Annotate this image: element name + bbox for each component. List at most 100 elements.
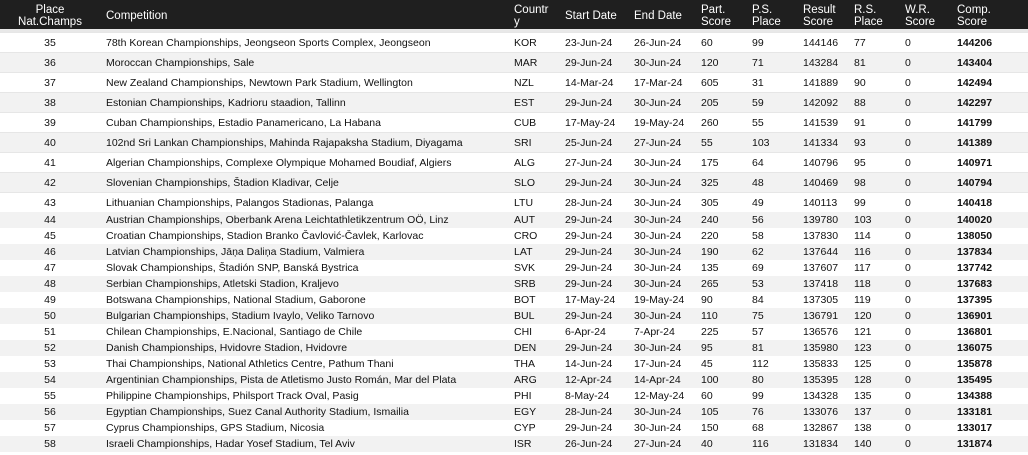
cell-part-score: 220 xyxy=(701,230,719,242)
table-row[interactable]: 37 New Zealand Championships, Newtown Par… xyxy=(0,72,1028,93)
cell-result-score: 140113 xyxy=(803,197,838,209)
table-row[interactable]: 52 Danish Championships, Hvidovre Stadion… xyxy=(0,340,1028,356)
header-part-score-label: Part. Score xyxy=(701,3,732,28)
header-end-date[interactable]: End Date xyxy=(634,0,700,31)
cell-end-date: 30-Jun-24 xyxy=(634,262,682,274)
table-row[interactable]: 56 Egyptian Championships, Suez Canal Aut… xyxy=(0,404,1028,420)
header-part-score[interactable]: Part. Score xyxy=(701,0,749,31)
cell-start-date: 26-Jun-24 xyxy=(565,438,613,450)
cell-country: SRI xyxy=(514,137,532,149)
table-row[interactable]: 44 Austrian Championships, Oberbank Arena… xyxy=(0,212,1028,228)
cell-competition: Lithuanian Championships, Palangos Stadi… xyxy=(106,197,374,209)
table-row[interactable]: 45 Croatian Championships, Stadion Branko… xyxy=(0,228,1028,244)
header-place[interactable]: Place Nat.Champs xyxy=(0,0,100,31)
cell-place: 37 xyxy=(44,77,56,89)
cell-place: 51 xyxy=(44,326,56,338)
cell-competition: Israeli Championships, Hadar Yosef Stadi… xyxy=(106,438,355,450)
cell-comp-score: 136075 xyxy=(957,342,993,354)
header-start-date-label: Start Date xyxy=(565,9,617,22)
cell-place: 38 xyxy=(44,97,56,109)
table-row[interactable]: 46 Latvian Championships, Jāņa Daliņa Sta… xyxy=(0,244,1028,260)
cell-start-date: 23-Jun-24 xyxy=(565,37,613,49)
cell-result-score: 139780 xyxy=(803,214,839,226)
cell-end-date: 30-Jun-24 xyxy=(634,157,682,169)
cell-competition: Bulgarian Championships, Stadium Ivaylo,… xyxy=(106,310,375,322)
table-row[interactable]: 35 78th Korean Championships, Jeongseon S… xyxy=(0,32,1028,53)
cell-wr-score: 0 xyxy=(905,214,911,226)
cell-competition: Argentinian Championships, Pista de Atle… xyxy=(106,374,457,386)
cell-result-score: 137644 xyxy=(803,246,839,258)
cell-rs-place: 95 xyxy=(854,157,866,169)
table-row[interactable]: 58 Israeli Championships, Hadar Yosef Sta… xyxy=(0,436,1028,452)
cell-competition: Serbian Championships, Atletski Stadion,… xyxy=(106,278,339,290)
cell-wr-score: 0 xyxy=(905,157,911,169)
cell-result-score: 141889 xyxy=(803,77,839,89)
table-row[interactable]: 53 Thai Championships, National Athletics… xyxy=(0,356,1028,372)
cell-wr-score: 0 xyxy=(905,422,911,434)
cell-start-date: 29-Jun-24 xyxy=(565,177,613,189)
cell-rs-place: 137 xyxy=(854,406,872,418)
table-row[interactable]: 47 Slovak Championships, Štadión SNP, Ban… xyxy=(0,260,1028,276)
table-row[interactable]: 50 Bulgarian Championships, Stadium Ivayl… xyxy=(0,308,1028,324)
cell-result-score: 140796 xyxy=(803,157,839,169)
cell-ps-place: 53 xyxy=(752,278,764,290)
cell-comp-score: 136801 xyxy=(957,326,993,338)
cell-rs-place: 121 xyxy=(854,326,872,338)
cell-start-date: 29-Jun-24 xyxy=(565,262,613,274)
cell-competition: 78th Korean Championships, Jeongseon Spo… xyxy=(106,37,431,49)
cell-competition: Austrian Championships, Oberbank Arena L… xyxy=(106,214,449,226)
header-wr-score[interactable]: W.R. Score xyxy=(905,0,955,31)
cell-rs-place: 99 xyxy=(854,197,866,209)
cell-place: 45 xyxy=(44,230,56,242)
header-comp-score[interactable]: Comp. Score xyxy=(957,0,1017,31)
cell-comp-score: 131874 xyxy=(957,438,993,450)
header-rs-place[interactable]: R.S. Place xyxy=(854,0,904,31)
cell-wr-score: 0 xyxy=(905,294,911,306)
cell-wr-score: 0 xyxy=(905,117,911,129)
cell-result-score: 135395 xyxy=(803,374,839,386)
table-row[interactable]: 42 Slovenian Championships, Štadion Kladi… xyxy=(0,172,1028,193)
cell-part-score: 190 xyxy=(701,246,719,258)
table-row[interactable]: 40 102nd Sri Lankan Championships, Mahind… xyxy=(0,132,1028,153)
cell-country: EST xyxy=(514,97,535,109)
table-row[interactable]: 54 Argentinian Championships, Pista de At… xyxy=(0,372,1028,388)
cell-rs-place: 119 xyxy=(854,294,871,306)
cell-part-score: 150 xyxy=(701,422,719,434)
cell-ps-place: 75 xyxy=(752,310,764,322)
table-row[interactable]: 39 Cuban Championships, Estadio Panameric… xyxy=(0,112,1028,133)
table-row[interactable]: 43 Lithuanian Championships, Palangos Sta… xyxy=(0,192,1028,213)
cell-result-score: 137830 xyxy=(803,230,839,242)
table-row[interactable]: 49 Botswana Championships, National Stadi… xyxy=(0,292,1028,308)
header-ps-place[interactable]: P.S. Place xyxy=(752,0,800,31)
cell-rs-place: 81 xyxy=(854,57,866,69)
cell-ps-place: 103 xyxy=(752,137,770,149)
cell-part-score: 240 xyxy=(701,214,719,226)
cell-comp-score: 141799 xyxy=(957,117,993,129)
cell-comp-score: 137834 xyxy=(957,246,993,258)
cell-ps-place: 81 xyxy=(752,342,764,354)
cell-country: ALG xyxy=(514,157,536,169)
table-row[interactable]: 41 Algerian Championships, Complexe Olymp… xyxy=(0,152,1028,173)
header-competition[interactable]: Competition xyxy=(106,0,506,31)
table-row[interactable]: 55 Philippine Championships, Philsport Tr… xyxy=(0,388,1028,404)
cell-part-score: 105 xyxy=(701,406,719,418)
header-comp-score-label: Comp. Score xyxy=(957,3,991,28)
cell-start-date: 29-Jun-24 xyxy=(565,97,613,109)
cell-result-score: 136576 xyxy=(803,326,839,338)
header-country[interactable]: Countr y xyxy=(514,0,560,31)
header-result-score[interactable]: Result Score xyxy=(803,0,853,31)
table-row[interactable]: 48 Serbian Championships, Atletski Stadio… xyxy=(0,276,1028,292)
cell-ps-place: 48 xyxy=(752,177,764,189)
header-start-date[interactable]: Start Date xyxy=(565,0,631,31)
table-row[interactable]: 51 Chilean Championships, E.Nacional, San… xyxy=(0,324,1028,340)
table-row[interactable]: 38 Estonian Championships, Kadrioru staad… xyxy=(0,92,1028,113)
header-competition-label: Competition xyxy=(106,9,168,22)
cell-comp-score: 134388 xyxy=(957,390,993,402)
cell-country: ISR xyxy=(514,438,532,450)
cell-end-date: 30-Jun-24 xyxy=(634,230,682,242)
cell-place: 46 xyxy=(44,246,56,258)
table-row[interactable]: 57 Cyprus Championships, GPS Stadium, Nic… xyxy=(0,420,1028,436)
table-row[interactable]: 36 Moroccan Championships, Sale MAR 29-Jun-… xyxy=(0,52,1028,73)
cell-end-date: 27-Jun-24 xyxy=(634,137,682,149)
cell-end-date: 7-Apr-24 xyxy=(634,326,675,338)
